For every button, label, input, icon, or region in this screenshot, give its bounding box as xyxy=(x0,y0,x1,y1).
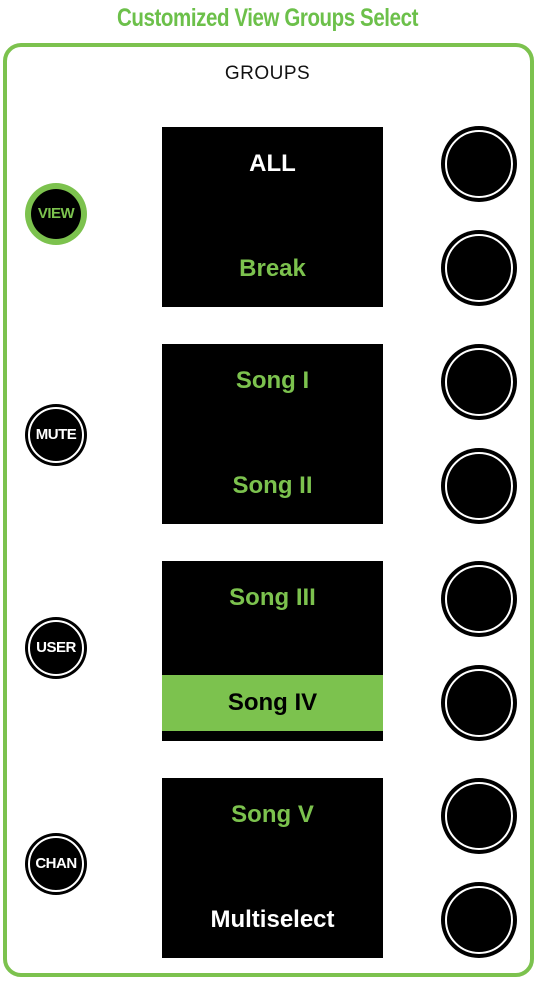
select-knob-5[interactable] xyxy=(441,561,517,637)
select-knob-4[interactable] xyxy=(441,448,517,524)
user-button-label: USER xyxy=(36,639,76,656)
mute-button[interactable]: MUTE xyxy=(25,404,87,466)
group-display-2: Song I Song II xyxy=(162,344,383,524)
group-slot-break[interactable]: Break xyxy=(162,241,383,297)
mute-button-label: MUTE xyxy=(35,426,77,443)
select-knob-1[interactable] xyxy=(441,126,517,202)
select-knob-7[interactable] xyxy=(441,778,517,854)
group-slot-song-iv[interactable]: Song IV xyxy=(162,675,383,731)
group-slot-song-ii[interactable]: Song II xyxy=(162,458,383,514)
group-display-4: Song V Multiselect xyxy=(162,778,383,958)
page-title: Customized View Groups Select xyxy=(116,4,419,32)
view-button[interactable]: VIEW xyxy=(25,183,87,245)
user-button[interactable]: USER xyxy=(25,617,87,679)
view-button-label: VIEW xyxy=(37,205,75,222)
group-slot-song-v[interactable]: Song V xyxy=(162,787,383,843)
select-knob-6[interactable] xyxy=(441,665,517,741)
select-knob-2[interactable] xyxy=(441,230,517,306)
chan-button[interactable]: CHAN xyxy=(25,833,87,895)
group-display-3: Song III Song IV xyxy=(162,561,383,741)
group-display-1: ALL Break xyxy=(162,127,383,307)
select-knob-8[interactable] xyxy=(441,882,517,958)
group-slot-all[interactable]: ALL xyxy=(162,136,383,192)
group-slot-song-i[interactable]: Song I xyxy=(162,353,383,409)
group-slot-song-iii[interactable]: Song III xyxy=(162,570,383,626)
chan-button-label: CHAN xyxy=(35,855,77,872)
select-knob-3[interactable] xyxy=(441,344,517,420)
group-slot-multiselect[interactable]: Multiselect xyxy=(162,892,383,948)
groups-label: GROUPS xyxy=(224,63,311,84)
